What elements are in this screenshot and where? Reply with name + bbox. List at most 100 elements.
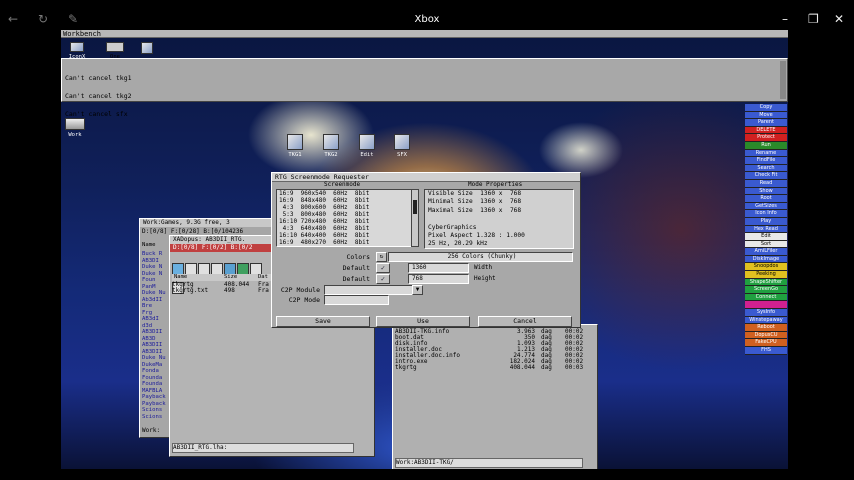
dopus-bank-button[interactable]: SysInfo [745, 309, 787, 317]
close-icon[interactable]: ✕ [834, 12, 844, 26]
list-item[interactable]: Founda [142, 381, 166, 388]
default-height-checkbox[interactable]: ✓ [376, 274, 390, 284]
use-button[interactable]: Use [376, 316, 470, 327]
save-button[interactable]: Save [276, 316, 370, 327]
list-item[interactable]: Duke N [142, 264, 166, 271]
dopus-bank-button[interactable]: FHS [745, 347, 787, 355]
dopus-bank-button[interactable]: DopusCU [745, 331, 787, 340]
dopus-bank-button[interactable]: Show [745, 187, 787, 196]
list-item[interactable]: Duke Nu [142, 290, 166, 297]
dopus-bank-button[interactable]: Winstepaway [745, 316, 787, 325]
dopus-bank-button[interactable]: Sort [745, 240, 787, 249]
default-width-checkbox[interactable]: ✓ [376, 263, 390, 273]
dopus-bank-button[interactable] [745, 301, 787, 310]
tool-icon[interactable] [135, 42, 159, 54]
dopus-bank-button[interactable]: Run [745, 141, 787, 150]
dopus-bank-button[interactable]: Search [745, 164, 787, 173]
table-row[interactable]: tkgrtg.txt 498 Fra [172, 288, 272, 294]
default-height-label: Default [342, 275, 370, 283]
dopus-bank-button[interactable]: Root [745, 195, 787, 203]
dopus-bank-button[interactable]: Read [745, 179, 787, 188]
screenmode-list-item[interactable]: 5:3 800x480 60Hz 8bit [277, 211, 411, 218]
tkg1-icon[interactable]: TKG1 [283, 134, 307, 158]
screenmode-list-item[interactable]: 4:3 320x240 60Hz 8bit [277, 246, 411, 247]
dopus-bank-button[interactable]: DELETE [745, 126, 787, 135]
dopus-bank-button[interactable]: DiskImage [745, 255, 787, 264]
dopus-bank-button[interactable]: FindFile [745, 157, 787, 165]
dopus-bank-button[interactable]: ShapeShifter [745, 278, 787, 287]
screenmode-list-item[interactable]: 16:10 720x480 60Hz 8bit [277, 218, 411, 225]
list-item[interactable]: AB3DII [142, 329, 166, 336]
minimize-icon[interactable]: – [782, 12, 788, 26]
screenmode-list-item[interactable]: 4:3 640x480 60Hz 8bit [277, 225, 411, 232]
width-field[interactable]: 1360 [408, 263, 469, 273]
dopus-bank-button[interactable]: Peeking [745, 271, 787, 279]
c2p-module-dropdown[interactable] [324, 285, 413, 295]
height-field[interactable]: 768 [408, 274, 469, 284]
column-date[interactable]: Dat [258, 274, 268, 281]
table-row[interactable]: tkgrtg 408.044 dag 00:03 [395, 365, 591, 371]
dopus-bank-button[interactable]: Protect [745, 134, 787, 142]
property-line: CyberGraphics [428, 223, 477, 231]
dopus-bank-button[interactable]: ScreenGo [745, 286, 787, 294]
directory-file-list[interactable]: AB3DII-TKG.info 3.963 dag 00:02 boot.dat 350 d… [395, 329, 591, 371]
screenmode-list-item[interactable]: 16:9 848x480 60Hz 8bit [277, 197, 411, 204]
drive-icon[interactable]: Work [63, 118, 87, 138]
screenmode-list-item[interactable]: 16:9 960x540 60Hz 8bit [277, 190, 411, 197]
dopus-bank-button[interactable]: FakeCPU [745, 339, 787, 347]
dopus-bank-button[interactable]: Play [745, 217, 787, 226]
directory-window[interactable]: AB3DII-TKG.info 3.963 dag 00:02 boot.dat 350 d… [392, 324, 598, 469]
tkg1-label: TKG1 [288, 152, 302, 158]
dopus-bank-button[interactable]: Rename [745, 149, 787, 158]
dopus-bank-button[interactable]: AmiLFiler [745, 248, 787, 256]
c2p-mode-slider[interactable] [324, 295, 389, 305]
dopus-bank-button[interactable]: Hex Read [745, 225, 787, 234]
games-list[interactable]: Buck R AB3DI Duke N Duke N Foun PanM Duke Nu Ab… [142, 251, 166, 420]
xadopus-file-list[interactable]: tkgrtg 408.044 Fra tkgrtg.txt 498 Fra [172, 282, 272, 294]
directory-path-field[interactable]: Work:AB3DII-TKG/ [395, 458, 583, 468]
column-name[interactable]: Name [174, 274, 187, 281]
sfx-icon[interactable]: SFX [390, 134, 414, 158]
list-item[interactable]: Scions [142, 407, 166, 414]
dopus-bank-button[interactable]: Edit [745, 233, 787, 241]
shell-scrollbar[interactable] [780, 61, 786, 99]
list-item[interactable]: Payback [142, 394, 166, 401]
screenmode-list-item[interactable]: 16:10 640x400 60Hz 8bit [277, 232, 411, 239]
rtg-title[interactable]: RTG Screenmode Requester [272, 173, 580, 182]
screenmode-list-item[interactable]: 16:9 480x270 60Hz 8bit [277, 239, 411, 246]
dopus-bank-button[interactable]: Copy [745, 104, 787, 112]
list-item[interactable]: AB3DII [142, 342, 166, 349]
dopus-bank-button[interactable]: Move [745, 111, 787, 120]
restore-icon[interactable]: ❐ [808, 12, 819, 26]
xadopus-path-field[interactable]: AB3DII_RTG.lha: [172, 443, 354, 453]
dopus-bank-button[interactable]: Snoopdos [745, 263, 787, 272]
dopus-bank-button[interactable]: Reboot [745, 324, 787, 332]
chevron-down-icon[interactable]: ▼ [412, 285, 423, 295]
dopus-bank-button[interactable]: Connect [745, 293, 787, 302]
screenmode-list-item[interactable]: 4:3 800x600 60Hz 8bit [277, 204, 411, 211]
list-item[interactable]: Buck R [142, 251, 166, 258]
tkg2-graphic [323, 134, 339, 150]
workbench-screen-title[interactable]: Workbench [61, 30, 788, 38]
dopus-bank-button[interactable]: Icon Info [745, 210, 787, 218]
shell-window[interactable]: Can't cancel tkg1 Can't cancel tkg2 Can'… [61, 58, 788, 117]
dopus-bank-button[interactable]: GetSizes [745, 202, 787, 211]
dopus-bank-button[interactable]: Parent [745, 119, 787, 127]
list-item[interactable]: Scions [142, 414, 166, 421]
xadopus-toolbar [172, 260, 272, 294]
colors-cycle-icon[interactable]: ↻ [376, 252, 387, 262]
screenmode-list[interactable]: 16:9 960x540 60Hz 8bit 16:9 848x480 60Hz … [276, 189, 412, 247]
scrollbar-thumb[interactable] [413, 200, 417, 214]
list-item[interactable]: Duke Nu [142, 355, 166, 362]
tkg2-icon[interactable]: TKG2 [319, 134, 343, 158]
column-size[interactable]: Size [224, 274, 237, 281]
cancel-button[interactable]: Cancel [478, 316, 572, 327]
file-time: 00:03 [565, 364, 584, 371]
colors-dropdown[interactable]: 256 Colors (Chunky) [388, 252, 573, 262]
property-line [425, 215, 573, 223]
dopus-bank-button[interactable]: Check Fit [745, 172, 787, 180]
screenmode-scrollbar[interactable] [411, 189, 419, 247]
edit-icon[interactable]: Edit [355, 134, 379, 158]
rtg-screenmode-requester[interactable]: RTG Screenmode Requester Screenmode Mode… [271, 172, 581, 328]
width-label: Width [474, 264, 493, 271]
